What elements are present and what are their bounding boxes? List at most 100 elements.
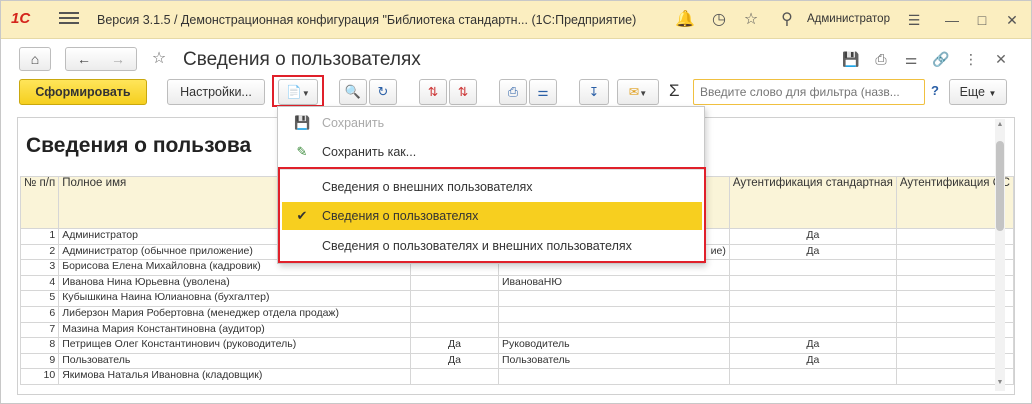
cell-c3 [497,290,730,307]
menu-item-label: Сведения о пользователях и внешних польз… [322,239,632,253]
menu-item-users-and-external[interactable]: Сведения о пользователях и внешних польз… [278,232,704,260]
cell-fullname: Петрищев Олег Константинович (руководите… [58,337,412,354]
cell-num: 9 [19,352,60,370]
save-icon: 💾 [294,115,311,130]
print-preview-icon: ⚌ [537,85,549,99]
envelope-icon: ✉ [628,85,640,99]
bell-icon[interactable]: 🔔 [675,10,695,30]
cell-num: 5 [19,290,60,307]
scroll-down-icon[interactable]: ▼ [995,379,1005,386]
scroll-up-icon[interactable]: ▲ [995,121,1005,128]
table-row[interactable]: 4 Иванова Нина Юрьевна (уволена) Иванова… [19,274,1014,292]
cell-auth-std: Да [728,243,897,261]
table-row[interactable]: 10 Якимова Наталья Ивановна (кладовщик) [19,368,1014,385]
download-icon: ↧ [588,85,600,99]
favorite-star-icon[interactable]: ☆ [149,49,169,69]
app-window: 1С Версия 3.1.5 / Демонстрационная конфи… [0,0,1032,404]
settings-menu-icon[interactable]: ☰ [903,9,925,31]
report-variant-button[interactable]: 📄▼ [278,79,318,105]
cell-fullname: Пользователь [58,352,412,370]
report-toolbar: Сформировать Настройки... 📄▼ 🔍 ↻ ⇅ ⇅ ⎙ ⚌… [1,75,1031,109]
preview-icon[interactable]: ⚌ [901,49,921,69]
cell-c3 [497,305,730,323]
menu-item-save-as[interactable]: ✎ Сохранить как... [278,138,704,166]
filter-input[interactable] [693,79,925,105]
menu-item-label: Сохранить [322,116,385,130]
main-menu-icon[interactable] [59,9,79,29]
form-close-icon[interactable]: ✕ [991,49,1011,69]
report-variant-menu: 💾 Сохранить ✎ Сохранить как... Сведения … [277,106,706,264]
home-button[interactable]: ⌂ [19,47,51,71]
cell-num: 10 [19,368,60,385]
download-button[interactable]: ↧ [579,79,609,105]
cell-num: 7 [19,321,60,339]
cell-fullname: Иванова Нина Юрьевна (уволена) [58,274,412,292]
home-icon: ⌂ [30,51,40,67]
chevron-down-icon: ▼ [301,89,310,98]
star-icon[interactable]: ☆ [741,10,761,30]
minimize-icon[interactable]: — [941,9,963,31]
menu-item-save[interactable]: 💾 Сохранить [278,109,704,137]
menu-item-users[interactable]: ✔ Сведения о пользователях [282,202,702,230]
chevron-down-icon: ▼ [639,89,648,98]
report-variant-icon: 📄 [286,85,302,99]
user-name[interactable]: Администратор [807,13,890,25]
settings-button[interactable]: Настройки... [167,79,265,105]
chevron-down-icon: ▼ [988,89,997,98]
cell-fullname: Либерзон Мария Робертовна (менеджер отде… [58,305,412,323]
cell-fullname: Кубышкина Наина Юлиановна (бухгалтер) [58,290,412,307]
generate-button[interactable]: Сформировать [19,79,147,105]
forward-arrow-icon[interactable]: → [101,48,135,70]
maximize-icon[interactable]: □ [971,9,993,31]
scrollbar-thumb[interactable] [996,141,1004,231]
cell-c3 [497,368,730,385]
print-button[interactable]: ⎙ [499,79,527,105]
cell-fullname: Мазина Мария Константиновна (аудитор) [58,321,412,339]
close-icon[interactable]: ✕ [1001,9,1023,31]
sort-desc-button[interactable]: ⇅ [419,79,447,105]
search-icon[interactable]: ⚲ [777,10,797,30]
cell-auth-std [728,290,897,307]
more-button[interactable]: Еще ▼ [949,79,1007,105]
more-vertical-icon[interactable]: ⋮ [961,49,981,69]
menu-item-external-users[interactable]: Сведения о внешних пользователях [278,173,704,201]
title-bar: 1С Версия 3.1.5 / Демонстрационная конфи… [1,1,1031,39]
cell-c2 [410,305,499,323]
help-icon[interactable]: ? [931,83,939,98]
vertical-scrollbar[interactable]: ▲ ▼ [995,119,1005,391]
cell-c3: Руководитель [497,337,730,354]
save-disk-icon[interactable]: 💾 [841,49,861,69]
cell-auth-std: Да [728,228,897,245]
cell-c2: Да [410,337,499,354]
table-row[interactable]: 7 Мазина Мария Константиновна (аудитор) [19,321,1014,339]
cell-c3: Пользователь [497,352,730,370]
back-arrow-icon[interactable]: ← [67,48,101,70]
menu-item-label: Сохранить как... [322,145,417,159]
cell-auth-std [728,305,897,323]
print-preview-button[interactable]: ⚌ [529,79,557,105]
sort-desc-icon: ⇅ [427,85,439,99]
link-icon[interactable]: 🔗 [931,49,951,69]
find-next-button[interactable]: ↻ [369,79,397,105]
cell-num: 4 [19,274,60,292]
table-row[interactable]: 8 Петрищев Олег Константинович (руководи… [19,337,1014,354]
printer-icon: ⎙ [507,85,518,99]
cell-c2 [410,274,499,292]
find-button[interactable]: 🔍 [339,79,367,105]
menu-item-label: Сведения о пользователях [322,209,479,223]
cell-num: 2 [19,243,60,261]
menu-item-label: Сведения о внешних пользователях [322,180,533,194]
table-row[interactable]: 9 Пользователь Да Пользователь Да [19,352,1014,370]
cell-c2: Да [410,352,499,370]
table-row[interactable]: 5 Кубышкина Наина Юлиановна (бухгалтер) [19,290,1014,307]
nav-back-forward: ← → [65,47,137,71]
sum-icon[interactable]: Σ [669,81,680,101]
cell-num: 6 [19,305,60,323]
sort-asc-button[interactable]: ⇅ [449,79,477,105]
print-icon[interactable]: ⎙ [871,49,891,69]
history-icon[interactable]: ◷ [709,10,729,30]
send-email-button[interactable]: ✉▼ [617,79,659,105]
find-next-icon: ↻ [377,84,389,99]
table-row[interactable]: 6 Либерзон Мария Робертовна (менеджер от… [19,305,1014,323]
more-button-label: Еще [959,85,986,99]
